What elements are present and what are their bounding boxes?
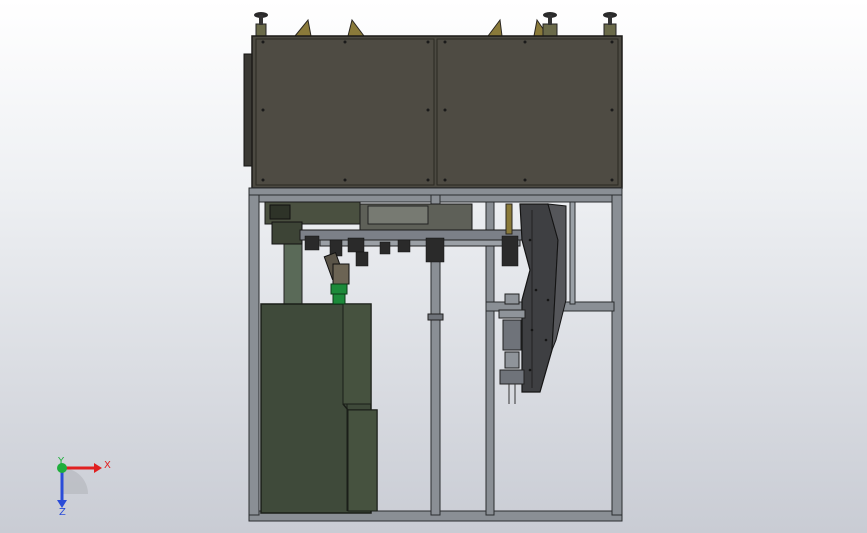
control-cabinet [260,239,378,514]
machine-drawing: X Y Z [57,12,623,522]
y-axis-label: Y [57,456,65,467]
coordinate-triad: X Y Z [57,456,111,518]
lift-knob-mid [542,12,558,37]
x-axis-label: X [104,460,111,471]
cad-viewport[interactable]: X Y Z [0,0,867,533]
lift-knob-right [603,12,617,37]
top-enclosure [243,12,623,189]
z-axis-label: Z [59,507,66,518]
vertical-actuator [498,293,526,404]
lift-knob-left [254,12,268,37]
gripper-arm [323,252,350,305]
x-axis-arrowhead [94,463,102,473]
